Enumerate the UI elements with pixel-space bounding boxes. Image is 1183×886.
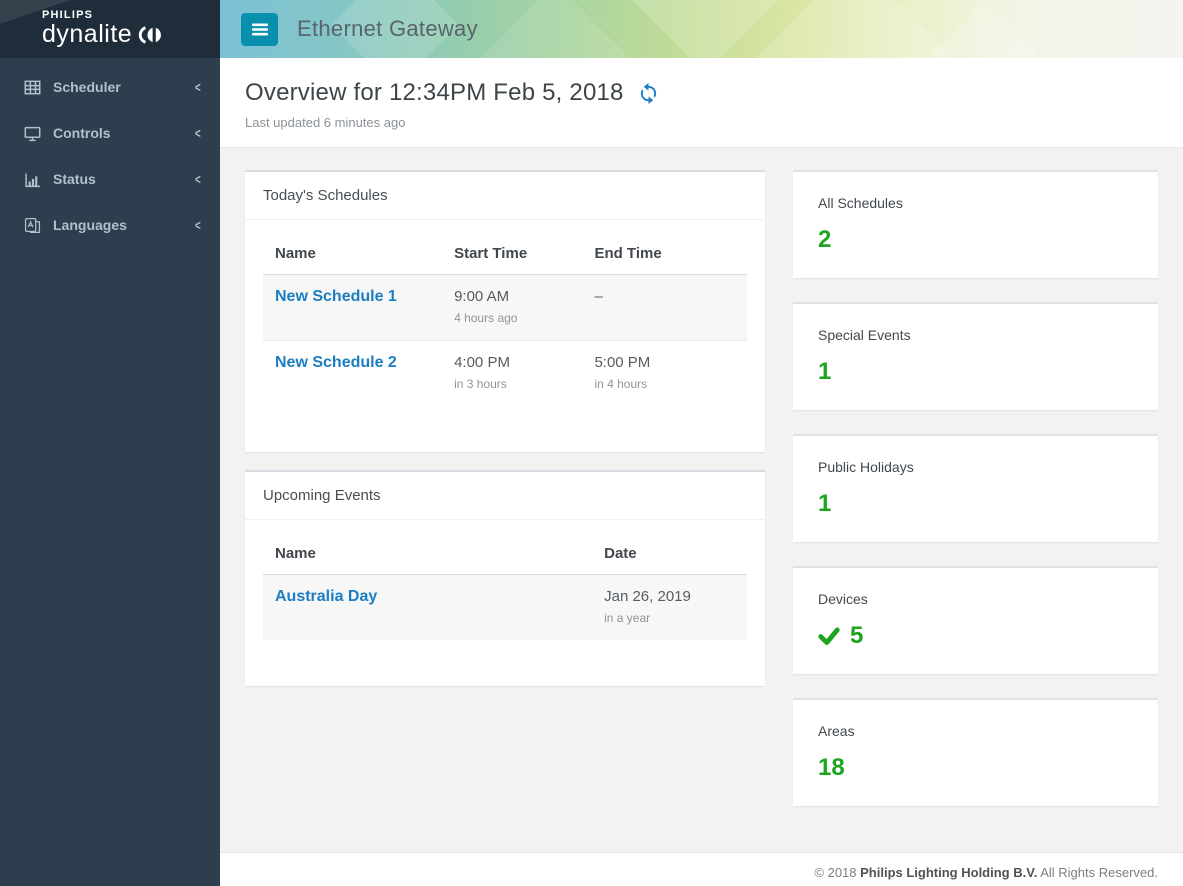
company-name: Philips Lighting Holding B.V.: [860, 865, 1037, 880]
desktop-icon: [24, 125, 41, 142]
column-header-start-time: Start Time: [442, 233, 582, 275]
stat-value: 1: [818, 490, 831, 518]
header-diamond-decor: [463, 0, 647, 58]
sidebar-item-controls[interactable]: Controls <: [0, 110, 220, 156]
table-row: New Schedule 1 9:00 AM 4 hours ago –: [263, 275, 747, 341]
card-title: Upcoming Events: [245, 472, 765, 520]
brand-logo: PHILIPS dynalite: [0, 0, 220, 58]
stat-card-special-events: Special Events 1: [793, 302, 1158, 410]
footer: © 2018 Philips Lighting Holding B.V. All…: [220, 852, 1183, 886]
chevron-left-icon: <: [195, 171, 201, 187]
event-date-relative: in a year: [604, 611, 735, 625]
column-header-name: Name: [263, 533, 592, 575]
header-diamond-decor: [921, 1, 1048, 58]
todays-schedules-card: Today's Schedules Name Start Time End Ti…: [245, 170, 765, 452]
table-row: New Schedule 2 4:00 PM in 3 hours 5:00 P…: [263, 341, 747, 407]
sidebar-item-label: Languages: [53, 217, 127, 233]
language-icon: [24, 217, 41, 234]
event-link[interactable]: Australia Day: [275, 588, 377, 605]
dynalite-logo-icon: [135, 25, 167, 45]
stat-card-public-holidays: Public Holidays 1: [793, 434, 1158, 542]
chevron-left-icon: <: [195, 125, 201, 141]
stat-value: 2: [818, 226, 831, 254]
stat-card-devices: Devices 5: [793, 566, 1158, 674]
sidebar-toggle-button[interactable]: [241, 13, 278, 46]
chevron-left-icon: <: [195, 79, 201, 95]
end-time-relative: in 4 hours: [594, 377, 735, 391]
sidebar-item-label: Controls: [53, 125, 111, 141]
stat-label: Special Events: [818, 327, 1133, 343]
top-header: Ethernet Gateway: [220, 0, 1183, 58]
upcoming-events-table: Name Date Australia Day Jan 26, 2019 in …: [263, 533, 747, 640]
content: Today's Schedules Name Start Time End Ti…: [220, 148, 1183, 852]
last-updated-text: Last updated 6 minutes ago: [245, 115, 1158, 130]
refresh-icon: [637, 82, 660, 105]
column-header-date: Date: [592, 533, 747, 575]
sidebar-item-languages[interactable]: Languages <: [0, 202, 220, 248]
page-title: Ethernet Gateway: [297, 16, 478, 42]
sidebar-item-status[interactable]: Status <: [0, 156, 220, 202]
end-time-value: 5:00 PM: [594, 354, 735, 371]
upcoming-events-card: Upcoming Events Name Date: [245, 470, 765, 686]
stat-value: 18: [818, 754, 845, 782]
column-header-end-time: End Time: [582, 233, 747, 275]
dynalite-wordmark: dynalite: [42, 21, 132, 49]
refresh-button[interactable]: [637, 82, 660, 105]
stat-label: All Schedules: [818, 195, 1133, 211]
start-time-relative: in 3 hours: [454, 377, 570, 391]
todays-schedules-table: Name Start Time End Time New Schedule 1 …: [263, 233, 747, 406]
start-time-relative: 4 hours ago: [454, 311, 570, 325]
header-diamond-decor: [749, 0, 961, 58]
stat-label: Public Holidays: [818, 459, 1133, 475]
stat-label: Devices: [818, 591, 1133, 607]
table-row: Australia Day Jan 26, 2019 in a year: [263, 575, 747, 641]
column-header-name: Name: [263, 233, 442, 275]
stat-value: 1: [818, 358, 831, 386]
app-window: PHILIPS dynalite: [0, 0, 1183, 886]
sidebar: PHILIPS dynalite: [0, 0, 220, 886]
check-icon: [818, 625, 840, 647]
copyright-prefix: © 2018: [814, 865, 860, 880]
overview-heading: Overview for 12:34PM Feb 5, 2018: [245, 79, 624, 107]
sidebar-item-label: Status: [53, 171, 96, 187]
left-column: Today's Schedules Name Start Time End Ti…: [245, 170, 765, 830]
card-title: Today's Schedules: [245, 172, 765, 220]
main-area: Ethernet Gateway Overview for 12:34PM Fe…: [220, 0, 1183, 886]
event-date-value: Jan 26, 2019: [604, 588, 735, 605]
bar-chart-icon: [24, 171, 41, 188]
end-time-value: –: [594, 288, 735, 305]
sidebar-item-label: Scheduler: [53, 79, 121, 95]
schedule-link[interactable]: New Schedule 2: [275, 354, 397, 371]
stat-card-areas: Areas 18: [793, 698, 1158, 806]
table-icon: [24, 79, 41, 96]
stat-value: 5: [850, 622, 863, 650]
start-time-value: 4:00 PM: [454, 354, 570, 371]
chevron-left-icon: <: [195, 217, 201, 233]
schedule-link[interactable]: New Schedule 1: [275, 288, 397, 305]
hamburger-icon: [252, 23, 268, 36]
sidebar-nav: Scheduler < Controls <: [0, 58, 220, 248]
stat-card-all-schedules: All Schedules 2: [793, 170, 1158, 278]
stat-label: Areas: [818, 723, 1133, 739]
copyright-suffix: All Rights Reserved.: [1037, 865, 1158, 880]
right-column: All Schedules 2 Special Events 1 Public …: [793, 170, 1158, 830]
content-header: Overview for 12:34PM Feb 5, 2018 Last up…: [220, 58, 1183, 148]
start-time-value: 9:00 AM: [454, 288, 570, 305]
sidebar-item-scheduler[interactable]: Scheduler <: [0, 64, 220, 110]
header-diamond-decor: [627, 0, 783, 58]
